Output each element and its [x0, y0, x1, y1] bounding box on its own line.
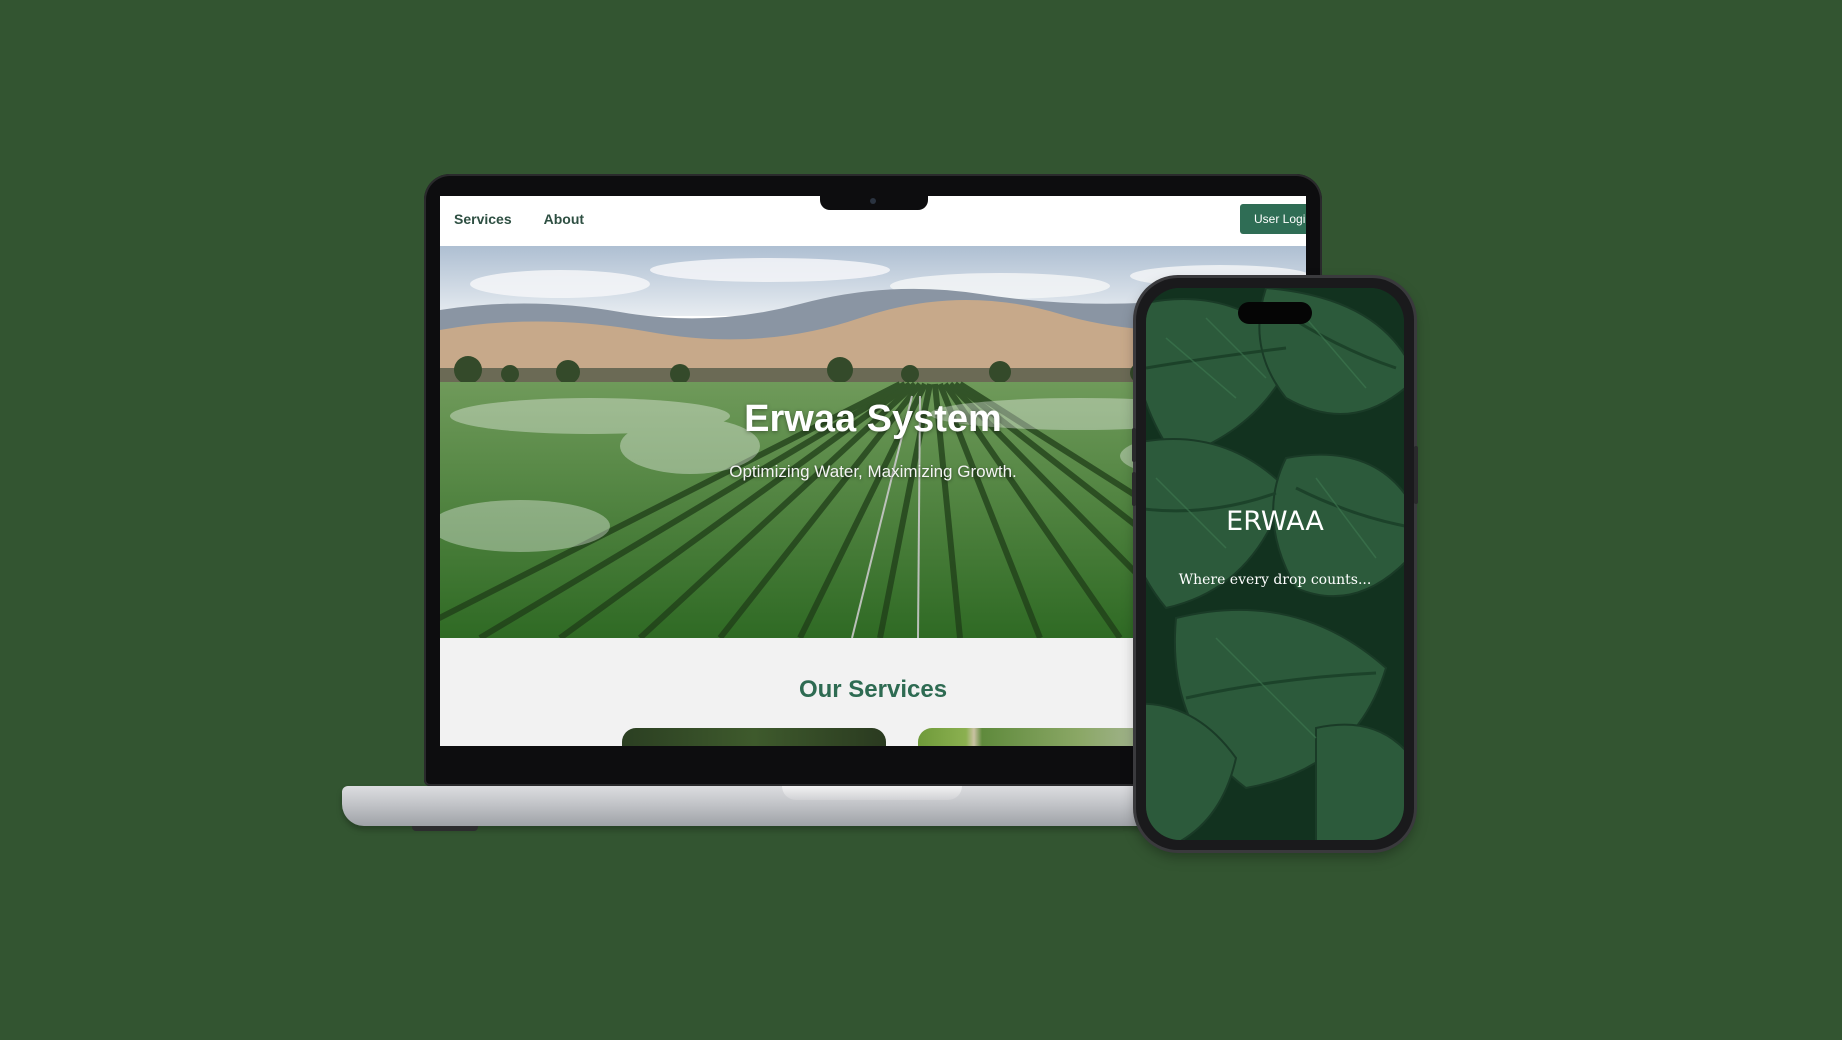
phone-screen: ERWAA Where every drop counts...	[1146, 288, 1404, 840]
phone-dynamic-island	[1238, 302, 1312, 324]
phone-tagline: Where every drop counts...	[1178, 572, 1372, 588]
nav-link-about[interactable]: About	[544, 211, 584, 227]
user-login-button[interactable]: User Login	[1240, 204, 1306, 234]
camera-icon	[870, 198, 876, 204]
phone-volume-button	[1132, 472, 1136, 506]
phone-volume-button	[1132, 428, 1136, 462]
phone-brand-title: ERWAA	[1226, 506, 1324, 537]
laptop-notch	[820, 194, 928, 210]
monstera-leaves-image	[1146, 288, 1404, 840]
phone-frame: ERWAA Where every drop counts...	[1132, 278, 1418, 850]
service-card-image[interactable]	[622, 728, 886, 746]
laptop-hinge-notch	[782, 786, 962, 800]
phone-side-button	[1414, 446, 1418, 504]
nav-link-services[interactable]: Services	[454, 211, 512, 227]
laptop-foot	[412, 826, 478, 831]
